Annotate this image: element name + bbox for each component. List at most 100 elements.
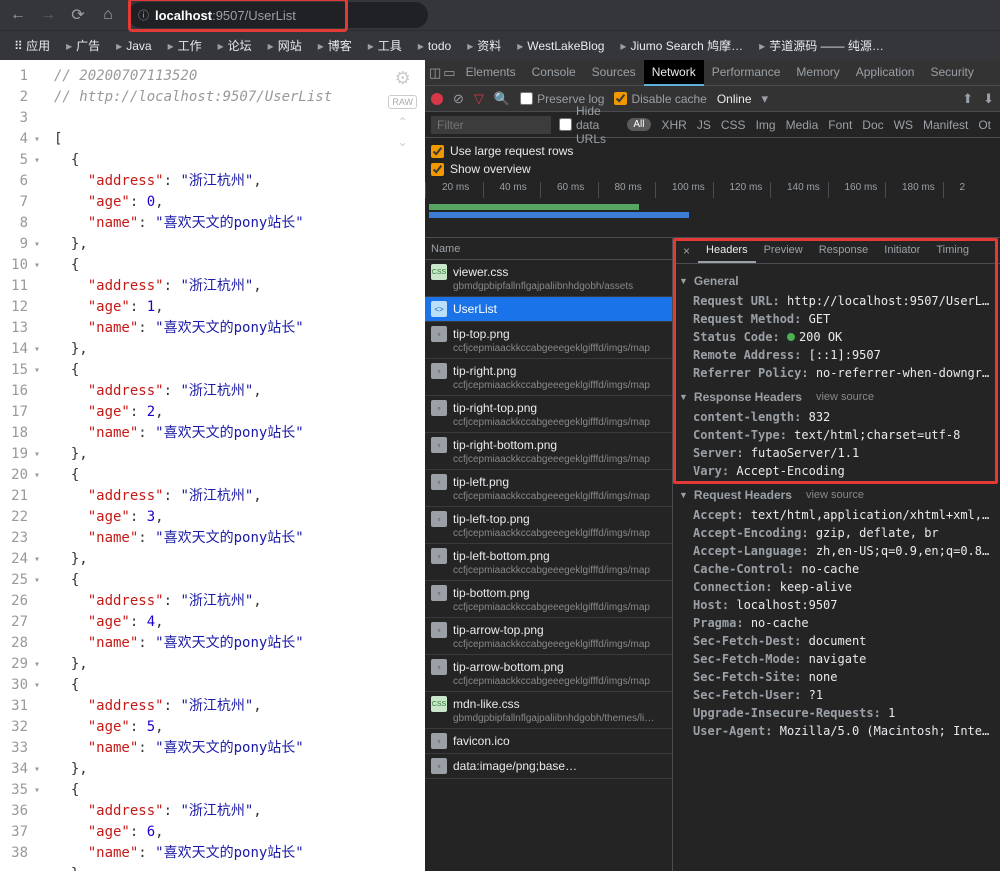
request-name: tip-left-top.png (453, 512, 530, 526)
filter-type-img[interactable]: Img (753, 118, 779, 132)
section-header[interactable]: ▼Request Headersview source (679, 484, 994, 506)
filter-type-ot[interactable]: Ot (975, 118, 994, 132)
timeline-tick: 100 ms (655, 182, 713, 198)
reload-button[interactable]: ⟳ (68, 5, 88, 25)
large-rows-check[interactable] (431, 145, 444, 158)
filter-type-manifest[interactable]: Manifest (920, 118, 971, 132)
back-button[interactable]: ← (8, 6, 28, 24)
section-header[interactable]: ▼Response Headersview source (679, 386, 994, 408)
upload-icon[interactable]: ⬆ (962, 91, 973, 107)
request-row[interactable]: ▫data:image/png;base… (425, 754, 672, 779)
devtools-tab-security[interactable]: Security (922, 60, 981, 86)
forward-button[interactable]: → (38, 6, 58, 24)
bookmark-item[interactable]: ▸todo (412, 37, 457, 55)
file-type-icon: <> (431, 301, 447, 317)
detail-tab-headers[interactable]: Headers (698, 239, 756, 263)
request-name: tip-bottom.png (453, 586, 530, 600)
search-icon[interactable]: 🔍 (494, 91, 510, 107)
request-row[interactable]: ▫tip-top.pngccfjcepmiaackkccabgeeegeklgi… (425, 322, 672, 359)
filter-type-js[interactable]: JS (694, 118, 714, 132)
bookmark-item[interactable]: ▸Java (110, 37, 157, 55)
devtools-tab-console[interactable]: Console (524, 60, 584, 86)
request-row[interactable]: ▫favicon.ico (425, 729, 672, 754)
request-row[interactable]: ▫tip-left-bottom.pngccfjcepmiaackkccabge… (425, 544, 672, 581)
filter-bar: Hide data URLs All XHRJSCSSImgMediaFontD… (425, 112, 1000, 138)
timeline-tick: 40 ms (483, 182, 541, 198)
disable-cache-check[interactable]: Disable cache (614, 92, 706, 106)
request-name: data:image/png;base… (453, 759, 577, 773)
request-row[interactable]: CSSviewer.cssgbmdgpbipfallnflgajpaliibnh… (425, 260, 672, 297)
filter-type-css[interactable]: CSS (718, 118, 749, 132)
online-select[interactable]: Online (717, 92, 752, 106)
collapse-up-icon[interactable]: ⌃ (398, 115, 408, 129)
devtools-tab-network[interactable]: Network (644, 60, 704, 86)
header-row: Accept: text/html,application/xhtml+xml,… (679, 506, 994, 524)
request-row[interactable]: ▫tip-bottom.pngccfjcepmiaackkccabgeeegek… (425, 581, 672, 618)
bookmark-item[interactable]: ▸论坛 (212, 35, 258, 56)
header-row: Server: futaoServer/1.1 (679, 444, 994, 462)
clear-icon[interactable]: ⊘ (453, 91, 464, 107)
request-name: tip-left-bottom.png (453, 549, 550, 563)
bookmark-item[interactable]: ▸资料 (461, 35, 507, 56)
view-source-link[interactable]: view source (806, 489, 864, 501)
filter-type-font[interactable]: Font (825, 118, 855, 132)
inspect-icon[interactable]: ◫ (429, 65, 441, 81)
filter-type-xhr[interactable]: XHR (659, 118, 690, 132)
bookmark-item[interactable]: ▸Jiumo Search 鸠摩… (614, 35, 749, 56)
header-row: Sec-Fetch-Site: none (679, 668, 994, 686)
filter-all[interactable]: All (627, 118, 650, 131)
filter-icon[interactable]: ▽ (474, 91, 484, 107)
name-column-header[interactable]: Name (425, 238, 672, 260)
filter-type-doc[interactable]: Doc (859, 118, 886, 132)
bookmark-item[interactable]: ▸工作 (162, 35, 208, 56)
header-row: content-length: 832 (679, 408, 994, 426)
request-row[interactable]: ▫tip-left.pngccfjcepmiaackkccabgeeegeklg… (425, 470, 672, 507)
address-bar[interactable]: ⓘ localhost:9507/UserList (128, 2, 428, 28)
bookmark-item[interactable]: ▸工具 (362, 35, 408, 56)
file-type-icon: ▫ (431, 474, 447, 490)
bookmark-item[interactable]: ▸芋道源码 —— 纯源… (753, 35, 890, 56)
apps-icon[interactable]: ⠿ 应用 (8, 35, 56, 56)
record-button[interactable] (431, 93, 443, 105)
home-button[interactable]: ⌂ (98, 6, 118, 24)
request-row[interactable]: <>UserList (425, 297, 672, 322)
timeline-overview[interactable]: 20 ms40 ms60 ms80 ms100 ms120 ms140 ms16… (425, 182, 1000, 238)
request-row[interactable]: ▫tip-left-top.pngccfjcepmiaackkccabgeeeg… (425, 507, 672, 544)
device-icon[interactable]: ▭ (443, 65, 455, 81)
view-source-link[interactable]: view source (816, 391, 874, 403)
browser-toolbar: ← → ⟳ ⌂ ⓘ localhost:9507/UserList (0, 0, 1000, 30)
detail-tab-preview[interactable]: Preview (756, 239, 811, 263)
devtools-tab-performance[interactable]: Performance (704, 60, 789, 86)
filter-type-media[interactable]: Media (783, 118, 822, 132)
devtools-tab-application[interactable]: Application (848, 60, 923, 86)
detail-tab-timing[interactable]: Timing (928, 239, 977, 263)
bookmark-item[interactable]: ▸广告 (60, 35, 106, 56)
request-row[interactable]: ▫tip-arrow-top.pngccfjcepmiaackkccabgeee… (425, 618, 672, 655)
filter-type-ws[interactable]: WS (891, 118, 916, 132)
download-icon[interactable]: ⬇ (983, 91, 994, 107)
bookmark-item[interactable]: ▸WestLakeBlog (511, 37, 610, 55)
request-row[interactable]: CSSmdn-like.cssgbmdgpbipfallnflgajpaliib… (425, 692, 672, 729)
devtools-tab-elements[interactable]: Elements (458, 60, 524, 86)
chevron-down-icon[interactable]: ▾ (762, 91, 769, 107)
request-name: tip-right-bottom.png (453, 438, 557, 452)
bookmark-item[interactable]: ▸博客 (312, 35, 358, 56)
request-row[interactable]: ▫tip-right-bottom.pngccfjcepmiaackkccabg… (425, 433, 672, 470)
section-header[interactable]: ▼General (679, 270, 994, 292)
detail-tab-initiator[interactable]: Initiator (876, 239, 928, 263)
show-overview-check[interactable] (431, 163, 444, 176)
request-row[interactable]: ▫tip-right-top.pngccfjcepmiaackkccabgeee… (425, 396, 672, 433)
expand-down-icon[interactable]: ⌄ (398, 135, 408, 149)
request-row[interactable]: ▫tip-arrow-bottom.pngccfjcepmiaackkccabg… (425, 655, 672, 692)
request-path: ccfjcepmiaackkccabgeeegeklgifffd/imgs/ma… (431, 380, 666, 391)
devtools-tab-memory[interactable]: Memory (788, 60, 847, 86)
filter-input[interactable] (431, 116, 551, 134)
gear-icon[interactable]: ⚙ (395, 68, 411, 89)
devtools-tab-sources[interactable]: Sources (584, 60, 644, 86)
close-detail-button[interactable]: × (677, 244, 696, 258)
raw-toggle[interactable]: RAW (388, 95, 417, 109)
detail-tab-response[interactable]: Response (811, 239, 877, 263)
bookmark-item[interactable]: ▸网站 (262, 35, 308, 56)
request-row[interactable]: ▫tip-right.pngccfjcepmiaackkccabgeeegekl… (425, 359, 672, 396)
timeline-tick: 160 ms (828, 182, 886, 198)
